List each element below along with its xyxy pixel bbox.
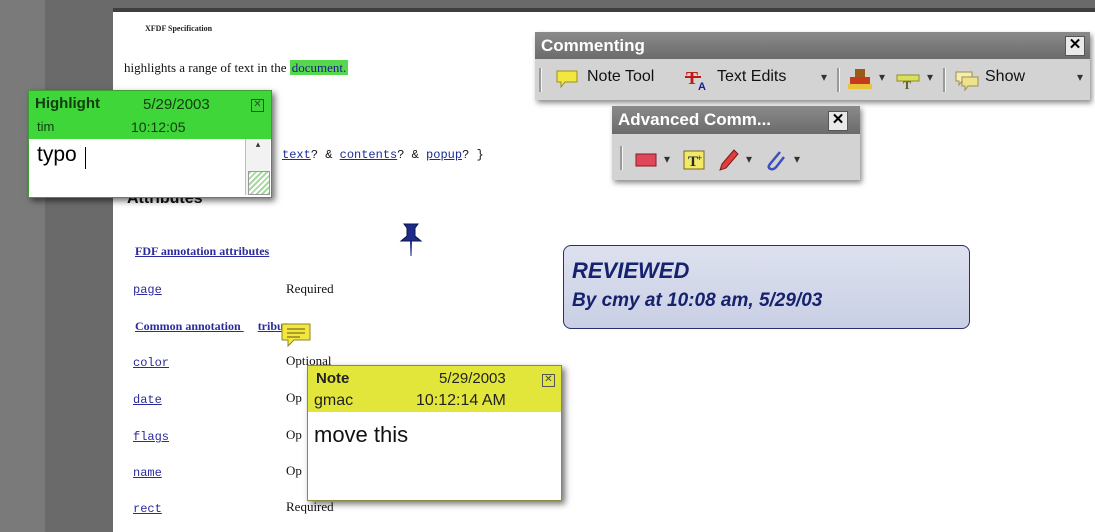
syntax-line: text? & contents? & popup? } (282, 148, 484, 162)
stamp-dropdown-arrow[interactable]: ▾ (879, 70, 885, 84)
highlight-popup-scrollbar[interactable]: ▴ (245, 139, 270, 195)
advanced-commenting-toolbar: Advanced Comm... ✕ ▾ T + ▾ ▾ (612, 106, 860, 180)
note-tool-button[interactable]: Note Tool (587, 68, 654, 86)
highlighted-text[interactable]: document. (289, 60, 349, 75)
resize-grip-icon[interactable] (248, 171, 270, 195)
scroll-up-arrow-icon[interactable]: ▴ (246, 139, 270, 153)
svg-text:T: T (903, 78, 911, 91)
pencil-tool-icon[interactable] (716, 148, 740, 172)
highlight-popup-title: Highlight (35, 95, 100, 112)
left-navigation-gutter (0, 0, 45, 532)
toolbar-separator (837, 68, 840, 92)
note-popup-author: gmac (314, 392, 354, 409)
svg-text:+: + (697, 153, 702, 163)
syntax-closing: ? } (462, 148, 484, 162)
commenting-toolbar: Commenting ✕ Note Tool T A Text Edits ▾ … (535, 32, 1090, 100)
note-tool-icon[interactable] (555, 69, 579, 89)
text-edits-icon[interactable]: T A (685, 68, 711, 92)
attribute-name-page[interactable]: page (133, 283, 162, 297)
popup-link[interactable]: popup (426, 148, 462, 162)
highlight-popup-time: 10:12:05 (131, 119, 186, 135)
commenting-toolbar-close-button[interactable]: ✕ (1065, 36, 1085, 56)
attach-file-icon[interactable] (764, 148, 788, 172)
advanced-commenting-title: Advanced Comm... (618, 110, 772, 129)
note-comment-popup[interactable]: Note 5/29/2003 ✕ gmac 10:12:14 AM move t… (307, 365, 562, 501)
common-annotation-attributes-link[interactable]: Common annotation tributes (135, 319, 298, 334)
pencil-dropdown-arrow[interactable]: ▾ (746, 152, 752, 166)
note-comment-icon[interactable] (280, 322, 312, 348)
attribute-name-flags[interactable]: flags (133, 430, 169, 444)
note-popup-time: 10:12:14 AM (416, 392, 506, 409)
text-before-highlight: highlights a range of text in the (124, 60, 290, 75)
svg-text:A: A (698, 81, 706, 92)
syntax-separator: ? & (397, 148, 427, 162)
highlighter-dropdown-arrow[interactable]: ▾ (927, 70, 933, 84)
toolbar-separator (943, 68, 946, 92)
advanced-commenting-close-button[interactable]: ✕ (828, 111, 848, 131)
highlight-comment-popup[interactable]: Highlight 5/29/2003 ✕ tim 10:12:05 typo … (28, 90, 272, 198)
toolbar-separator (539, 68, 542, 92)
document-header: XFDF Specification (145, 24, 213, 33)
reviewed-stamp[interactable]: REVIEWED By cmy at 10:08 am, 5/29/03 (563, 245, 970, 329)
note-popup-close-button[interactable]: ✕ (542, 374, 555, 387)
attribute-name-color[interactable]: color (133, 356, 169, 370)
attribute-value-page: Required (286, 281, 334, 296)
rectangle-dropdown-arrow[interactable]: ▾ (664, 152, 670, 166)
attribute-value-flags: Op (286, 427, 302, 442)
stamp-title: REVIEWED (572, 258, 690, 283)
note-popup-text-input[interactable]: move this (314, 422, 408, 448)
pushpin-icon[interactable] (396, 222, 426, 258)
commenting-toolbar-titlebar[interactable]: Commenting (535, 32, 1090, 59)
highlight-popup-date: 5/29/2003 (143, 96, 210, 113)
note-popup-title: Note (316, 370, 350, 387)
highlight-popup-text-input[interactable]: typo (37, 143, 77, 167)
advanced-commenting-titlebar[interactable]: Advanced Comm... (612, 106, 860, 134)
syntax-separator: ? & (310, 148, 340, 162)
attach-dropdown-arrow[interactable]: ▾ (794, 152, 800, 166)
text-box-tool-icon[interactable]: T + (682, 149, 706, 171)
document-text-line: highlights a range of text in the docume… (124, 60, 349, 76)
attribute-name-date[interactable]: date (133, 393, 162, 407)
contents-link[interactable]: contents (340, 148, 398, 162)
attribute-name-name[interactable]: name (133, 466, 162, 480)
attribute-value-name: Op (286, 463, 302, 478)
text-edits-dropdown-arrow[interactable]: ▾ (821, 70, 827, 84)
attribute-value-date: Op (286, 390, 302, 405)
show-comments-icon[interactable] (953, 68, 979, 92)
show-dropdown-arrow[interactable]: ▾ (1077, 70, 1083, 84)
show-button[interactable]: Show (985, 68, 1025, 86)
highlight-popup-close-button[interactable]: ✕ (251, 99, 264, 112)
rectangle-tool-icon[interactable] (634, 150, 658, 170)
stamp-tool-icon[interactable] (847, 67, 873, 91)
commenting-toolbar-title: Commenting (541, 36, 645, 55)
highlighter-tool-icon[interactable]: T (895, 69, 921, 91)
attribute-name-rect[interactable]: rect (133, 502, 162, 516)
toolbar-separator (620, 146, 623, 170)
text-edits-button[interactable]: Text Edits (717, 68, 786, 86)
note-popup-date: 5/29/2003 (439, 370, 506, 387)
fdf-annotation-attributes-link[interactable]: FDF annotation attributes (135, 244, 269, 259)
stamp-subtitle: By cmy at 10:08 am, 5/29/03 (572, 290, 823, 311)
highlight-popup-author: tim (37, 119, 55, 134)
text-cursor (85, 147, 86, 169)
link-text-start: Common annotation (135, 319, 244, 333)
text-link[interactable]: text (282, 148, 311, 162)
attribute-value-rect: Required (286, 499, 334, 514)
